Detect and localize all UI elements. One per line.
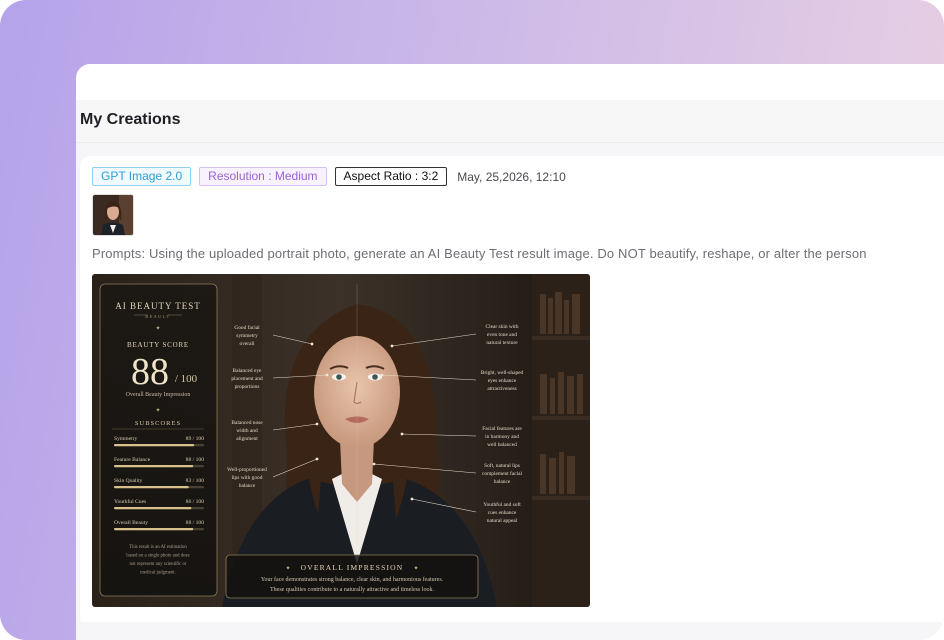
resolution-tag: Resolution : Medium	[199, 167, 327, 186]
subscores-title: SUBSCORES	[135, 420, 181, 427]
subscore-label: Overall Beauty	[114, 520, 148, 526]
model-tag: GPT Image 2.0	[92, 167, 192, 186]
annotation-dot	[310, 342, 314, 346]
annotation-right: Clear skin with	[486, 324, 519, 330]
subscore-bar	[114, 507, 192, 510]
annotation-dot	[400, 432, 404, 436]
annotation-left: balance	[239, 483, 256, 489]
subscore-value: 83 / 100	[186, 478, 205, 484]
overall-impression-title: OVERALL IMPRESSION	[301, 563, 404, 572]
svg-text:✦: ✦	[285, 565, 290, 572]
annotation-right: well balanced	[487, 442, 517, 448]
annotation-left: symmetry	[236, 333, 258, 339]
annotation-right: Bright, well-shaped	[481, 370, 524, 376]
overall-impression-line-2: These qualities contribute to a naturall…	[270, 587, 434, 593]
creation-card: GPT Image 2.0 Resolution : Medium Aspect…	[80, 156, 944, 628]
annotation-right: Youthful and soft	[483, 501, 521, 508]
subscore-bar	[114, 528, 194, 531]
beauty-score-value: 88	[131, 351, 169, 393]
annotation-right: cues enhance	[488, 510, 517, 516]
subscore-label: Feature Balance	[114, 457, 151, 463]
annotation-left: Good facial	[234, 324, 260, 331]
disclaimer-line: based on a single photo and does	[126, 554, 189, 559]
subscore-label: Youthful Cues	[114, 498, 146, 505]
subscore-label: Skin Quality	[114, 478, 143, 484]
aspect-ratio-tag: Aspect Ratio : 3:2	[334, 167, 448, 186]
panel-header: My Creations	[76, 100, 944, 143]
source-photo-thumbnail[interactable]	[92, 194, 134, 236]
app-window: My Creations GPT Image 2.0 Resolution : …	[0, 0, 944, 640]
annotation-left: Balanced eye	[233, 368, 262, 374]
annotation-left: overall	[240, 341, 255, 347]
subscore-bar	[114, 444, 195, 447]
annotation-left: placement and	[231, 376, 263, 382]
generated-result-image[interactable]: AI BEAUTY TEST RESULT ✦ BEAUTY SCORE 88 …	[92, 274, 590, 607]
result-card-title: AI BEAUTY TEST	[115, 301, 201, 311]
annotation-left: width and	[236, 428, 258, 434]
disclaimer-line: medical judgment.	[140, 571, 176, 576]
annotation-left: proportions	[235, 384, 260, 390]
annotation-left: alignment	[236, 436, 258, 442]
subscore-bar	[114, 486, 189, 489]
annotation-right: eyes enhance	[488, 378, 517, 384]
beauty-score-caption: Overall Beauty Impression	[126, 392, 191, 398]
subscore-value: 86 / 100	[186, 499, 205, 505]
annotation-right: in harmony and	[485, 434, 519, 440]
annotation-right: natural texture	[486, 340, 518, 346]
result-card-subtitle: RESULT	[145, 314, 171, 319]
beauty-score-label: BEAUTY SCORE	[127, 341, 189, 349]
disclaimer-line: This result is an AI estimation	[129, 545, 187, 550]
annotation-left: lips with good	[232, 475, 263, 481]
subscore-value: 88 / 100	[186, 457, 205, 463]
annotation-dot	[315, 457, 319, 461]
creation-date: May, 25,2026, 12:10	[457, 169, 566, 184]
svg-text:✦: ✦	[155, 325, 160, 332]
annotation-dot	[325, 373, 329, 377]
annotation-right: Facial features are	[482, 425, 522, 432]
subscore-value: 89 / 100	[186, 436, 205, 442]
annotation-right: natural appeal	[487, 518, 518, 524]
annotation-dot	[390, 344, 394, 348]
page-title: My Creations	[80, 111, 181, 128]
annotation-right: complement facial	[482, 470, 522, 477]
annotation-left: Balanced nose	[231, 420, 263, 426]
creation-meta: GPT Image 2.0 Resolution : Medium Aspect…	[92, 167, 566, 186]
annotation-dot	[410, 497, 414, 501]
annotation-dot	[315, 422, 319, 426]
annotation-dot	[372, 462, 376, 466]
beauty-score-max: / 100	[175, 373, 198, 385]
subscore-bar	[114, 465, 194, 468]
annotation-right: even tone and	[487, 332, 517, 338]
subscore-value: 88 / 100	[186, 520, 205, 526]
svg-text:✦: ✦	[413, 565, 418, 572]
creations-panel: My Creations GPT Image 2.0 Resolution : …	[76, 64, 944, 640]
svg-text:✦: ✦	[155, 407, 160, 414]
annotation-right: attractiveness	[487, 386, 516, 392]
overall-impression-line-1: Your face demonstrates strong balance, c…	[261, 576, 444, 583]
annotation-left: Well-proportioned	[227, 467, 267, 473]
subscore-label: Symmetry	[114, 436, 138, 442]
annotation-right: Soft, natural lips	[484, 462, 520, 469]
annotation-dot	[380, 373, 384, 377]
annotation-right: balance	[494, 479, 511, 485]
disclaimer-line: not represent any scientific or	[129, 562, 186, 567]
prompt-text: Prompts: Using the uploaded portrait pho…	[92, 246, 867, 261]
